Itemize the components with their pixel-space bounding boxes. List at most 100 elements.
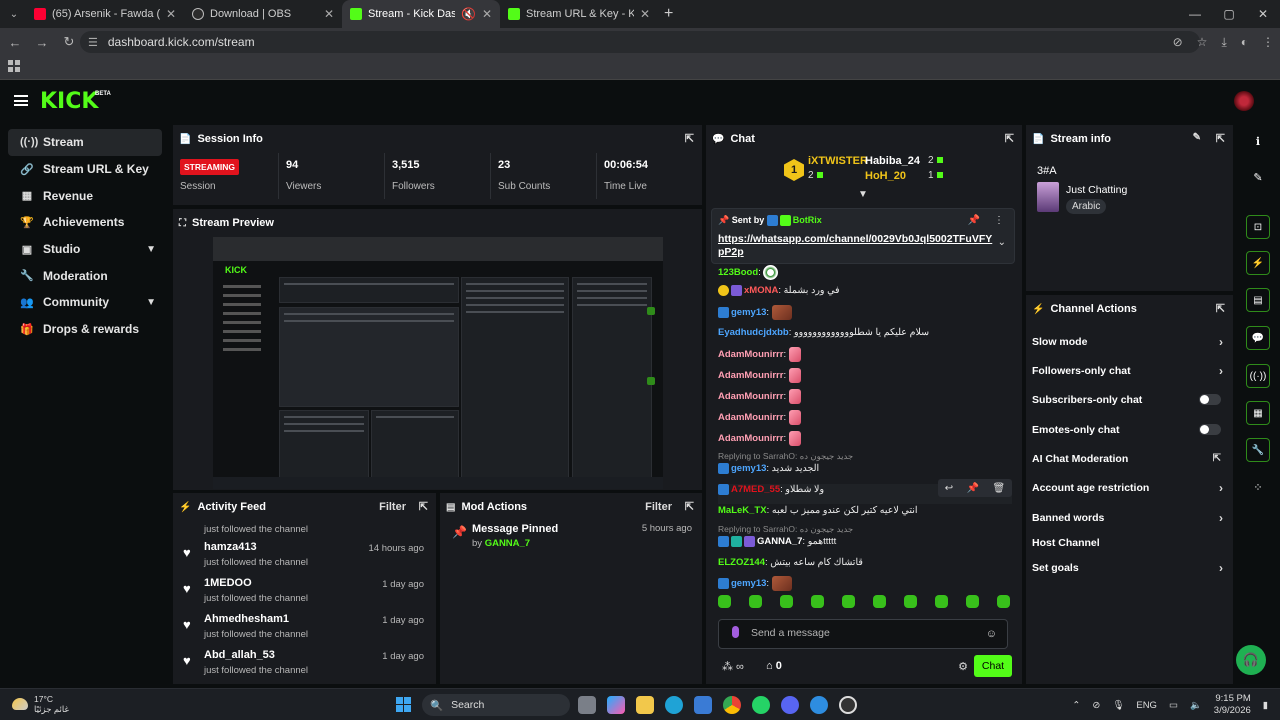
menu-dots-icon[interactable]: ⋮ bbox=[1262, 35, 1274, 49]
emotes-only-toggle[interactable] bbox=[1199, 424, 1221, 435]
chat-username[interactable]: AdamMounirrr bbox=[718, 412, 783, 423]
wrench-icon[interactable]: 🔧 bbox=[1246, 438, 1270, 462]
info-icon[interactable]: ℹ bbox=[1246, 129, 1270, 153]
action-ai-moderation[interactable]: AI Chat Moderation ⇱ bbox=[1026, 444, 1233, 473]
collapse-icon[interactable]: ▼ bbox=[858, 189, 868, 200]
emoji-icon[interactable]: ☺ bbox=[986, 628, 997, 640]
points-icon[interactable]: ⁂ ∞ bbox=[722, 660, 744, 673]
emote[interactable] bbox=[935, 595, 948, 608]
document-icon[interactable]: ▤ bbox=[1246, 288, 1270, 312]
mic-icon[interactable]: 🎙 bbox=[1112, 700, 1124, 711]
volume-icon[interactable]: 🔈 bbox=[1190, 700, 1202, 711]
chrome-icon[interactable] bbox=[723, 696, 741, 714]
popout-icon[interactable]: ⇱ bbox=[1216, 132, 1225, 145]
discord-icon[interactable] bbox=[781, 696, 799, 714]
sidebar-item-community[interactable]: 👥 Community ▼ bbox=[8, 289, 162, 316]
more-icon[interactable]: ⋮ bbox=[994, 215, 1004, 226]
chat-username[interactable]: A7MED_55 bbox=[731, 484, 780, 495]
back-icon[interactable]: ← bbox=[3, 35, 27, 50]
sidebar-item-stream-url-key[interactable]: 🔗 Stream URL & Key bbox=[8, 156, 162, 183]
sidebar-item-achievements[interactable]: 🏆 Achievements bbox=[8, 209, 162, 236]
gifter-name[interactable]: HoH_20 bbox=[865, 170, 906, 182]
store-icon[interactable] bbox=[694, 696, 712, 714]
browser-tab-obs[interactable]: Download | OBS ✕ bbox=[184, 0, 342, 28]
action-set-goals[interactable]: Set goals › bbox=[1026, 553, 1233, 582]
download-icon[interactable]: ⤓ bbox=[1221, 35, 1226, 50]
pin-icon[interactable]: 📌 bbox=[967, 483, 979, 494]
chat-username[interactable]: Eyadhudcjdxbb bbox=[718, 327, 789, 338]
clock[interactable]: 9:15 PM 3/9/2026 bbox=[1214, 693, 1251, 717]
close-icon[interactable]: ✕ bbox=[482, 7, 492, 21]
whatsapp-icon[interactable] bbox=[752, 696, 770, 714]
sidebar-item-moderation[interactable]: 🔧 Moderation bbox=[8, 262, 162, 289]
emote[interactable] bbox=[718, 595, 731, 608]
layout-icon[interactable]: ▦ bbox=[1246, 401, 1270, 425]
subscribers-only-toggle[interactable] bbox=[1199, 394, 1221, 405]
pin-icon[interactable]: 📌 bbox=[968, 215, 980, 226]
chevron-down-icon[interactable]: ⌄ bbox=[998, 237, 1006, 248]
close-window-icon[interactable]: ✕ bbox=[1246, 0, 1280, 28]
browser-tab-youtube[interactable]: (65) Arsenik - Fawda ( PUBG: BA ✕ bbox=[26, 0, 184, 28]
action-account-age[interactable]: Account age restriction › bbox=[1026, 473, 1233, 502]
eye-off-icon[interactable]: ⊘ bbox=[1173, 35, 1183, 49]
stream-preview-video[interactable]: KICK bbox=[213, 237, 663, 489]
emote[interactable] bbox=[966, 595, 979, 608]
emote[interactable] bbox=[873, 595, 886, 608]
pinned-link[interactable]: https://whatsapp.com/channel/0029Vb0Jql5… bbox=[718, 233, 998, 259]
file-explorer-icon[interactable] bbox=[636, 696, 654, 714]
pencil-icon[interactable]: ✎ bbox=[1193, 132, 1201, 143]
weather-widget[interactable]: 17°C غائم جزئيًا bbox=[12, 694, 69, 714]
language-indicator[interactable]: ENG bbox=[1136, 700, 1157, 711]
sidebar-item-stream[interactable]: ((·)) Stream bbox=[8, 129, 162, 156]
broadcast-icon[interactable]: ((·)) bbox=[1246, 364, 1270, 388]
browser-tab-stream[interactable]: Stream - Kick Dashboard 🔇 ✕ bbox=[342, 0, 500, 28]
popout-icon[interactable]: ⇱ bbox=[419, 500, 428, 513]
wifi-icon[interactable]: ▭ bbox=[1169, 700, 1178, 711]
new-tab-icon[interactable]: + bbox=[664, 5, 673, 23]
send-chat-button[interactable]: Chat bbox=[974, 655, 1012, 677]
feed-username[interactable]: 1MEDOO bbox=[204, 577, 252, 589]
feed-username[interactable]: hamza413 bbox=[204, 541, 257, 553]
apps-grid-icon[interactable] bbox=[8, 60, 20, 72]
windows-start-icon[interactable] bbox=[396, 697, 411, 712]
chat-username[interactable]: xMONA bbox=[744, 285, 778, 296]
emote[interactable] bbox=[904, 595, 917, 608]
obs-icon[interactable] bbox=[839, 696, 857, 714]
popout-icon[interactable]: ⇱ bbox=[1216, 302, 1225, 315]
lightning-icon[interactable]: ⚡ bbox=[1246, 251, 1270, 275]
apps-dots-icon[interactable]: ⁘ bbox=[1246, 475, 1270, 499]
hamburger-menu-icon[interactable] bbox=[14, 95, 28, 106]
gear-icon[interactable]: ⚙ bbox=[958, 660, 968, 673]
close-icon[interactable]: ✕ bbox=[640, 7, 650, 21]
filter-button[interactable]: Filter bbox=[379, 501, 406, 513]
gifter-name[interactable]: Habiba_24 bbox=[865, 155, 920, 167]
action-followers-only[interactable]: Followers-only chat › bbox=[1026, 356, 1233, 385]
pencil-icon[interactable]: ✎ bbox=[1246, 165, 1270, 189]
feed-username[interactable]: Ahmedhesham1 bbox=[204, 613, 289, 625]
network-icon[interactable]: ⊘ bbox=[1092, 700, 1100, 711]
browser-tab-stream-key[interactable]: Stream URL & Key - Kick Dashb ✕ bbox=[500, 0, 658, 28]
chat-message-input[interactable] bbox=[751, 627, 971, 639]
chat-username[interactable]: GANNA_7 bbox=[757, 536, 802, 547]
support-headset-icon[interactable]: 🎧 bbox=[1236, 645, 1266, 675]
copilot-icon[interactable] bbox=[607, 696, 625, 714]
chat-icon[interactable]: 💬 bbox=[1246, 326, 1270, 350]
site-info-icon[interactable]: ☰ bbox=[88, 36, 98, 49]
popout-icon[interactable]: ⇱ bbox=[685, 132, 694, 145]
chat-username[interactable]: gemy13 bbox=[731, 307, 766, 318]
filter-button[interactable]: Filter bbox=[645, 501, 672, 513]
reply-icon[interactable]: ↩ bbox=[945, 483, 953, 494]
avatar[interactable] bbox=[1234, 91, 1254, 111]
sidebar-item-revenue[interactable]: ▦ Revenue bbox=[8, 182, 162, 209]
chat-username[interactable]: AdamMounirrr bbox=[718, 370, 783, 381]
profile-icon[interactable]: ◐ bbox=[1241, 35, 1248, 49]
gifter-name[interactable]: iXTWISTER bbox=[808, 155, 868, 167]
emote[interactable] bbox=[749, 595, 762, 608]
notification-icon[interactable]: ▮ bbox=[1263, 700, 1268, 711]
chat-username[interactable]: MaLeK_TX bbox=[718, 505, 767, 516]
mute-tab-icon[interactable]: 🔇 bbox=[461, 7, 476, 21]
taskbar-search[interactable]: 🔍 Search bbox=[422, 694, 570, 716]
chevron-up-icon[interactable]: ⌃ bbox=[1072, 700, 1080, 711]
reload-icon[interactable]: ↻ bbox=[57, 34, 81, 50]
edge-icon[interactable] bbox=[665, 696, 683, 714]
